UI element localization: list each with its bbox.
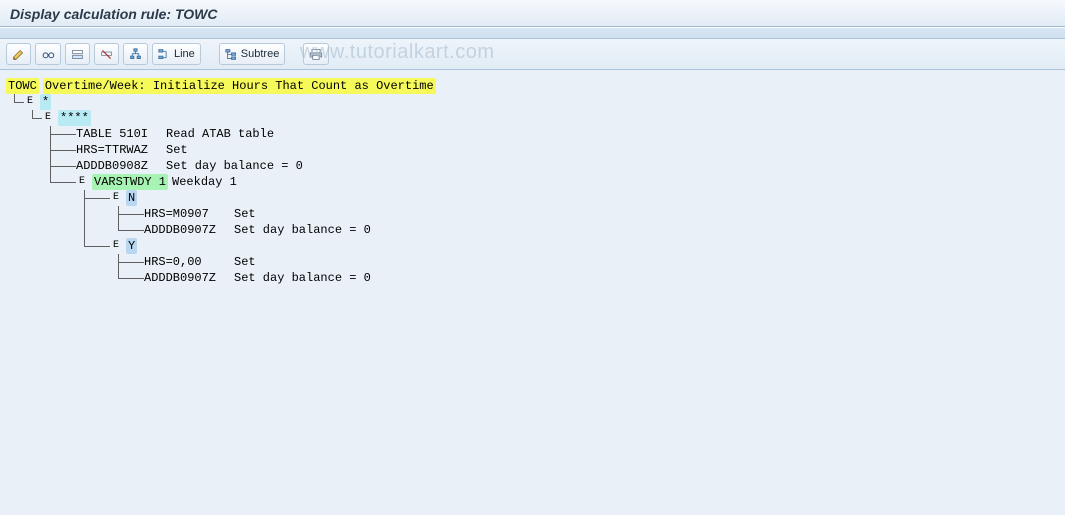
tree-leaf-row[interactable]: HRS=TTRWAZ Set <box>6 142 1059 158</box>
line-button[interactable]: Line <box>152 43 201 65</box>
tree-root-row[interactable]: TOWC Overtime/Week: Initialize Hours Tha… <box>6 78 1059 94</box>
tree-leaf-row[interactable]: HRS=M0907 Set <box>6 206 1059 222</box>
tree-leaf-row[interactable]: HRS=0,00 Set <box>6 254 1059 270</box>
expand-toggle[interactable]: E <box>76 175 90 189</box>
leaf-desc: Set day balance = 0 <box>234 270 371 286</box>
root-desc: Overtime/Week: Initialize Hours That Cou… <box>43 78 436 94</box>
subtree-button[interactable]: Subtree <box>219 43 286 65</box>
delete-button[interactable] <box>94 43 119 65</box>
structure-icon <box>158 48 171 61</box>
edit-button[interactable] <box>6 43 31 65</box>
lvl1-code: * <box>40 94 51 110</box>
hierarchy-icon <box>129 48 142 61</box>
glasses-button[interactable] <box>35 43 61 65</box>
insert-row-icon <box>71 48 84 61</box>
expand-toggle[interactable]: E <box>24 95 38 109</box>
leaf-desc: Set <box>234 254 256 270</box>
page-title: Display calculation rule: TOWC <box>0 0 1065 27</box>
leaf-desc: Set day balance = 0 <box>234 222 371 238</box>
tree-branch-n-row[interactable]: E N <box>6 190 1059 206</box>
root-code: TOWC <box>6 78 39 94</box>
watermark-text: www.tutorialkart.com <box>300 41 495 64</box>
leaf-desc: Set <box>234 206 256 222</box>
print-button[interactable] <box>303 43 329 65</box>
leaf-key: HRS=TTRWAZ <box>76 142 166 158</box>
delete-row-icon <box>100 48 113 61</box>
leaf-desc: Read ATAB table <box>166 126 274 142</box>
lvl2-code: **** <box>58 110 91 126</box>
lvl3-code: VARSTWDY 1 <box>92 174 168 190</box>
tree-level2-row[interactable]: E **** <box>6 110 1059 126</box>
expand-toggle[interactable]: E <box>42 111 56 125</box>
lvl3-desc: Weekday 1 <box>172 174 237 190</box>
tree-level1-row[interactable]: E * <box>6 94 1059 110</box>
subtree-button-label: Subtree <box>241 48 280 60</box>
expand-toggle[interactable]: E <box>110 191 124 205</box>
rule-tree: TOWC Overtime/Week: Initialize Hours Tha… <box>0 70 1065 294</box>
tree-leaf-row[interactable]: ADDDB0907Z Set day balance = 0 <box>6 222 1059 238</box>
insert-button[interactable] <box>65 43 90 65</box>
tree-branch-y-row[interactable]: E Y <box>6 238 1059 254</box>
pencil-icon <box>12 48 25 61</box>
tree-leaf-row[interactable]: ADDDB0907Z Set day balance = 0 <box>6 270 1059 286</box>
tree-level3-row[interactable]: E VARSTWDY 1 Weekday 1 <box>6 174 1059 190</box>
toolbar: Line Subtree www.tutorialkart.com <box>0 39 1065 70</box>
leaf-key: TABLE 510I <box>76 126 166 142</box>
leaf-key: ADDDB0907Z <box>144 222 234 238</box>
glasses-icon <box>41 48 55 61</box>
separator-band <box>0 27 1065 39</box>
branch-n-code: N <box>126 190 137 206</box>
leaf-key: HRS=M0907 <box>144 206 234 222</box>
branch-y-code: Y <box>126 238 137 254</box>
subtree-icon <box>225 48 238 61</box>
leaf-desc: Set day balance = 0 <box>166 158 303 174</box>
leaf-key: HRS=0,00 <box>144 254 234 270</box>
leaf-key: ADDDB0907Z <box>144 270 234 286</box>
leaf-key: ADDDB0908Z <box>76 158 166 174</box>
line-button-label: Line <box>174 48 195 60</box>
leaf-desc: Set <box>166 142 188 158</box>
tree-leaf-row[interactable]: TABLE 510I Read ATAB table <box>6 126 1059 142</box>
printer-icon <box>309 48 323 61</box>
hierarchy-button[interactable] <box>123 43 148 65</box>
tree-leaf-row[interactable]: ADDDB0908Z Set day balance = 0 <box>6 158 1059 174</box>
expand-toggle[interactable]: E <box>110 239 124 253</box>
